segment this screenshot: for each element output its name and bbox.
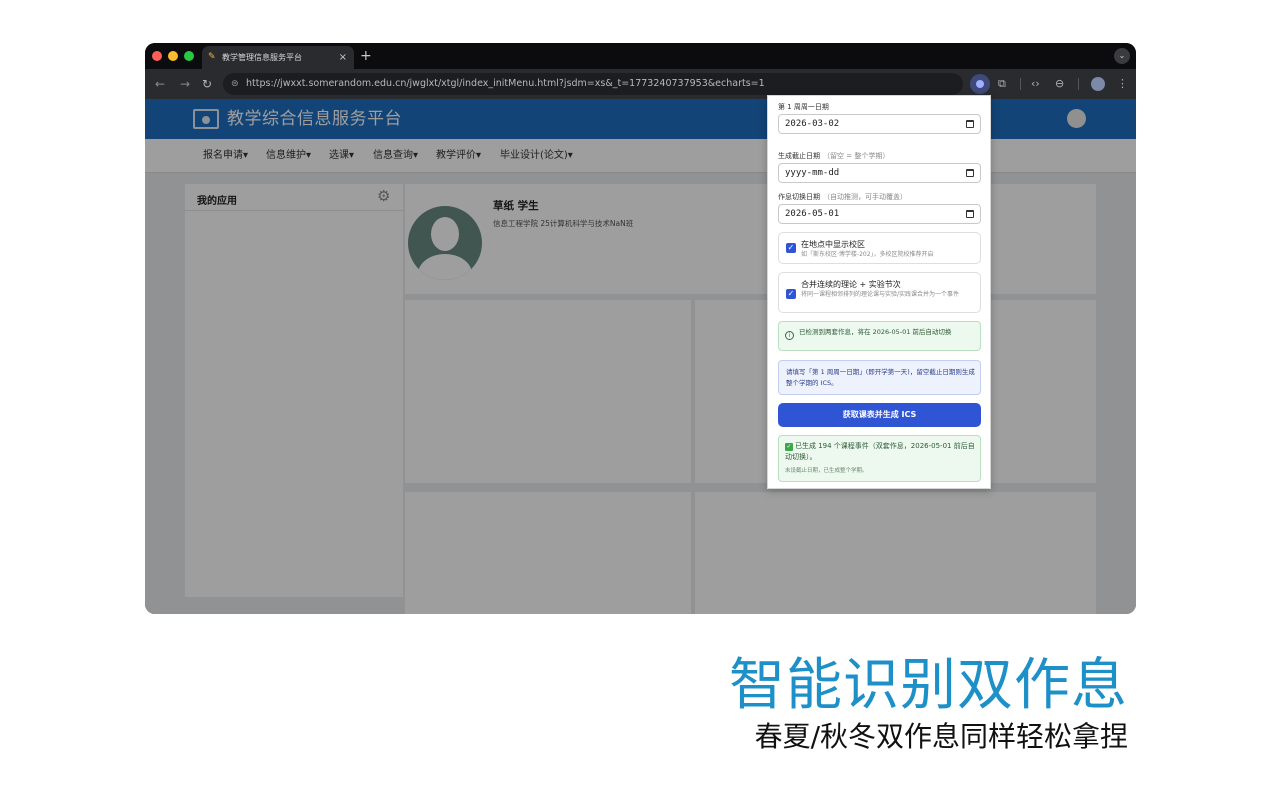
toolbar-divider [1078,78,1079,90]
ics-export-popup: 第 1 周周一日期 2026-03-02 生成截止日期 （留空 = 整个学期） y… [767,95,991,489]
switch-date-input[interactable]: 2026-05-01 [778,204,981,224]
calendar-icon[interactable] [966,210,974,218]
reload-icon[interactable]: ↻ [202,76,212,92]
show-campus-description: 如「斯东校区·博学楼-202」，多校区院校推荐开启 [801,251,934,258]
marketing-subline: 春夏/秋冬双作息同样轻松拿捏 [754,720,1128,753]
calendar-icon[interactable] [966,169,974,177]
show-campus-checkbox[interactable]: ✓ [786,243,796,253]
profile-avatar[interactable] [1091,77,1105,91]
check-icon: ✓ [785,443,793,451]
calendar-icon[interactable] [966,120,974,128]
close-window-button[interactable] [152,51,162,61]
merge-sessions-description: 将同一课程相邻排列的理论课与实验/实践课合并为一个事件 [801,291,960,298]
maximize-window-button[interactable] [184,51,194,61]
week1-label: 第 1 周周一日期 [778,102,829,112]
week1-label-text: 第 1 周周一日期 [778,103,829,111]
tab-title: 教学管理信息服务平台 [222,53,302,62]
switch-date-label-text: 作息切换日期 [778,193,820,201]
browser-tab[interactable]: ✎ 教学管理信息服务平台 × [202,46,354,69]
url-text: https://jwxxt.somerandom.edu.cn/jwglxt/x… [246,78,765,89]
end-date-label: 生成截止日期 （留空 = 整个学期） [778,151,889,161]
merge-sessions-title: 合并连续的理论 + 实验节次 [801,280,901,289]
end-date-input[interactable]: yyyy-mm-dd [778,163,981,183]
end-date-placeholder: yyyy-mm-dd [785,168,840,178]
tab-close-icon[interactable]: × [339,46,347,69]
option-merge-sessions[interactable]: ✓ 合并连续的理论 + 实验节次 将同一课程相邻排列的理论课与实验/实践课合并为… [778,272,981,313]
schedule-detected-notice: i 已检测到两套作息，将在 2026-05-01 前后自动切换 [778,321,981,351]
switch-date-hint: （自动推测，可手动覆盖） [823,193,907,201]
generate-ics-button[interactable]: 获取课表并生成 ICS [778,403,981,427]
show-campus-title: 在地点中显示校区 [801,240,865,249]
more-menu-icon[interactable]: ⋮ [1117,76,1128,92]
end-date-hint: （留空 = 整个学期） [823,152,890,160]
option-show-campus[interactable]: ✓ 在地点中显示校区 如「斯东校区·博学楼-202」，多校区院校推荐开启 [778,232,981,264]
schedule-detected-text: 已检测到两套作息，将在 2026-05-01 前后自动切换 [799,328,952,336]
result-main: ✓ 已生成 194 个课程事件（双套作息，2026-05-01 前后自动切换）。 [785,441,977,463]
result-main-text: 已生成 194 个课程事件（双套作息，2026-05-01 前后自动切换）。 [785,442,975,461]
favicon-icon: ✎ [208,52,216,62]
link-icon[interactable]: ⊖ [1055,76,1064,92]
week1-date-input[interactable]: 2026-03-02 [778,114,981,134]
address-bar[interactable]: ⊜ https://jwxxt.somerandom.edu.cn/jwglxt… [223,73,963,95]
switch-date-value: 2026-05-01 [785,209,840,219]
extensions-puzzle-icon[interactable]: ⧉ [998,76,1006,92]
instruction-notice: 请填写「第 1 周周一日期」(即开学第一天)，留空截止日期则生成整个学期的 IC… [778,360,981,395]
extension-icon[interactable] [970,74,990,94]
back-icon[interactable]: ← [155,76,165,92]
result-sub-text: 未设截止日期，已生成整个学期。 [785,468,868,474]
merge-sessions-checkbox[interactable]: ✓ [786,289,796,299]
end-date-label-text: 生成截止日期 [778,152,820,160]
week1-date-value: 2026-03-02 [785,119,840,129]
browser-window: ✎ 教学管理信息服务平台 × + ⌄ ← → ↻ ⊜ https://jwxxt… [145,43,1136,614]
instruction-text: 请填写「第 1 周周一日期」(即开学第一天)，留空截止日期则生成整个学期的 IC… [786,368,975,387]
marketing-headline: 智能识别双作息 [729,653,1128,718]
forward-icon[interactable]: → [180,76,190,92]
code-icon[interactable]: ‹› [1031,76,1040,92]
result-message: ✓ 已生成 194 个课程事件（双套作息，2026-05-01 前后自动切换）。 … [778,435,981,482]
minimize-window-button[interactable] [168,51,178,61]
site-info-icon[interactable]: ⊜ [231,73,239,95]
tab-search-icon[interactable]: ⌄ [1114,48,1130,64]
tab-bar: ✎ 教学管理信息服务平台 × + ⌄ [145,43,1136,69]
switch-date-label: 作息切换日期 （自动推测，可手动覆盖） [778,192,907,202]
toolbar-divider [1020,78,1021,90]
new-tab-button[interactable]: + [360,45,372,67]
info-icon: i [785,331,794,340]
